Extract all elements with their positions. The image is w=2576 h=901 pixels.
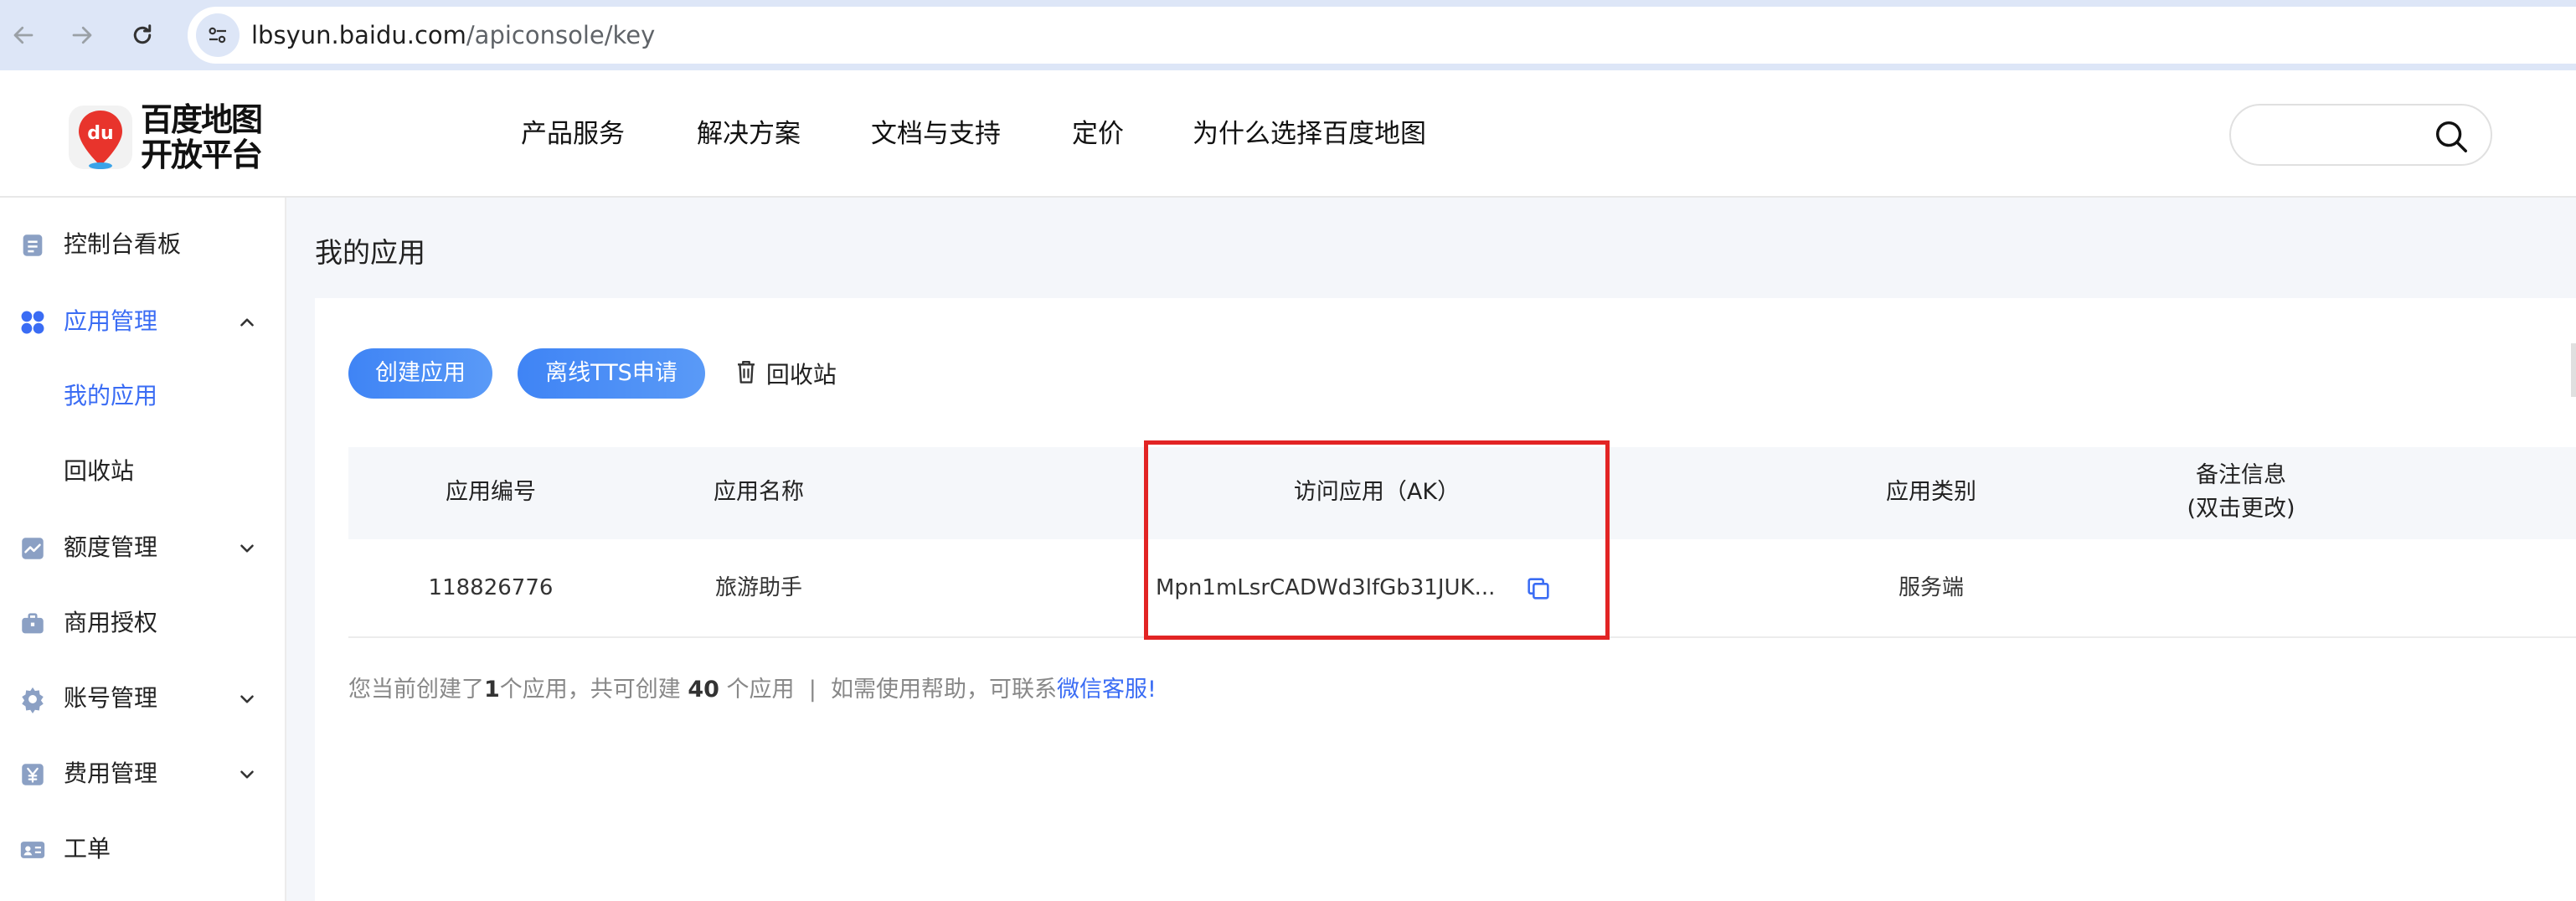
sidebar-item-commercial-license[interactable]: 商用授权 [0,598,285,648]
sidebar-subitem-my-apps[interactable]: 我的应用 [64,380,157,412]
url-text[interactable]: lbsyun.baidu.com/apiconsole/key [251,20,655,50]
yen-icon [22,764,44,785]
note-suffix: 个应用 | 如需使用帮助，可联系 [719,677,1057,703]
trash-icon [738,360,755,384]
tune-icon [209,27,226,44]
nav-pricing[interactable]: 定价 [1072,117,1124,151]
nav-solutions[interactable]: 解决方案 [697,117,801,151]
chevron-down-icon [240,695,254,703]
search-icon[interactable] [2432,117,2470,156]
scrollbar-thumb[interactable] [2571,343,2576,397]
cell-app-name: 旅游助手 [714,575,802,600]
wechat-support-link[interactable]: 微信客服! [1057,677,1157,703]
chart-icon [22,538,44,559]
sidebar-item-account-management[interactable]: 账号管理 [0,673,285,723]
sidebar-item-label: 账号管理 [64,684,158,712]
document-icon [23,234,43,256]
sidebar: 控制台看板 应用管理 我的应用 回收站 额度管理 商用授权 账号管理 费用管理 … [0,198,286,901]
url-domain: lbsyun.baidu.com [251,21,466,49]
sidebar-item-label: 费用管理 [64,759,158,787]
baidu-map-logo[interactable]: du 百度地图 开放平台 [67,100,268,172]
offline-tts-apply-button[interactable]: 离线TTS申请 [518,348,705,399]
column-header-remark: 备注信息 [2196,462,2286,488]
gear-icon [22,687,44,713]
column-header-app-category: 应用类别 [1886,479,1976,505]
sidebar-item-dashboard[interactable]: 控制台看板 [0,219,285,270]
site-header: du 百度地图 开放平台 产品服务 解决方案 文档与支持 定价 为什么选择百度地… [0,70,2576,198]
max-count: 40 [688,677,719,703]
arrow-left-icon [13,26,33,44]
search-input[interactable] [2229,104,2492,166]
reload-button[interactable] [126,18,159,52]
sidebar-item-tickets[interactable]: 工单 [0,824,285,874]
apps-icon [21,311,44,334]
sidebar-item-label: 应用管理 [64,307,158,335]
sidebar-item-label: 商用授权 [64,609,158,636]
sidebar-item-label: 工单 [64,835,111,862]
recycle-bin-label: 回收站 [765,361,837,389]
nav-why-baidu-map[interactable]: 为什么选择百度地图 [1193,117,1426,151]
recycle-bin-button[interactable]: 回收站 [734,357,837,394]
note-mid: 个应用，共可创建 [499,677,688,703]
forward-button[interactable] [65,18,99,52]
chevron-down-icon [240,544,254,553]
nav-docs-support[interactable]: 文档与支持 [871,117,1001,151]
browser-toolbar: lbsyun.baidu.com/apiconsole/key [0,0,2576,70]
cell-app-category: 服务端 [1898,575,1964,600]
column-header-remark-hint: (双击更改) [2187,496,2295,522]
briefcase-icon [22,613,44,634]
note-prefix: 您当前创建了 [348,677,484,703]
chevron-up-icon [240,318,254,327]
page-title: 我的应用 [315,236,425,269]
logo-badge: du [87,123,113,144]
column-header-app-id: 应用编号 [446,479,536,505]
map-pin-logo-icon: du [69,106,132,169]
app-count-note: 您当前创建了1个应用，共可创建 40 个应用 | 如需使用帮助，可联系微信客服! [348,675,1157,705]
chevron-down-icon [240,770,254,779]
logo-line-1: 百度地图 [141,101,263,138]
id-card-icon [20,842,45,858]
site-settings-button[interactable] [196,13,240,57]
logo-wordmark: 百度地图 开放平台 [141,101,263,173]
reload-icon [133,24,152,44]
back-button[interactable] [7,18,40,52]
created-count: 1 [484,677,500,703]
cell-app-id: 118826776 [428,575,554,600]
sidebar-item-quota-management[interactable]: 额度管理 [0,523,285,573]
column-header-app-name: 应用名称 [714,479,804,505]
address-bar[interactable]: lbsyun.baidu.com/apiconsole/key [188,7,2576,64]
url-path: /apiconsole/key [466,21,656,49]
logo-line-2: 开放平台 [141,136,263,173]
sidebar-subitem-recycle-bin[interactable]: 回收站 [64,456,134,487]
nav-products[interactable]: 产品服务 [521,117,625,151]
sidebar-item-label: 控制台看板 [64,230,182,258]
sidebar-item-app-management[interactable]: 应用管理 [0,296,285,347]
arrow-right-icon [72,26,92,44]
access-key-highlight-box [1144,440,1610,640]
sidebar-item-label: 额度管理 [64,533,158,561]
sidebar-item-billing-management[interactable]: 费用管理 [0,749,285,799]
create-app-button[interactable]: 创建应用 [348,348,492,399]
